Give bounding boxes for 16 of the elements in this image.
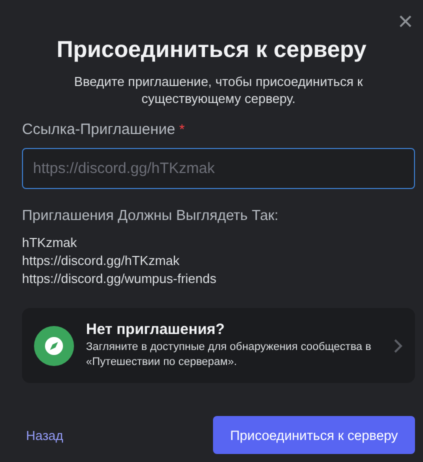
chevron-right-icon [393,338,403,354]
modal-title: Присоединиться к серверу [56,36,368,63]
discover-card[interactable]: Нет приглашения? Загляните в доступные для обнаружения сообщества в «Путешествии по серверам». [22,308,415,383]
card-text: Загляните в доступные для обнаружения сообщества в «Путешествии по серверам». [86,340,372,370]
field-label: Ссылка-Приглашение [22,121,176,138]
required-mark: * [179,121,185,137]
back-link[interactable]: Назад [22,428,68,442]
examples-heading: Приглашения Должны Выглядеть Так: [22,208,280,224]
invite-input-field[interactable]: https://discord.gg/hTKzmak [22,148,415,189]
compass-icon [34,326,74,366]
modal-subtitle: Введите приглашение, чтобы присоединиться к существующему серверу. [73,73,364,107]
example-line: hTKzmak [22,234,78,252]
card-title: Нет приглашения? [86,321,226,338]
example-line: https://discord.gg/hTKzmak [22,252,181,270]
example-line: https://discord.gg/wumpus-friends [22,270,218,288]
join-server-button[interactable]: Присоединиться к серверу [213,416,415,454]
